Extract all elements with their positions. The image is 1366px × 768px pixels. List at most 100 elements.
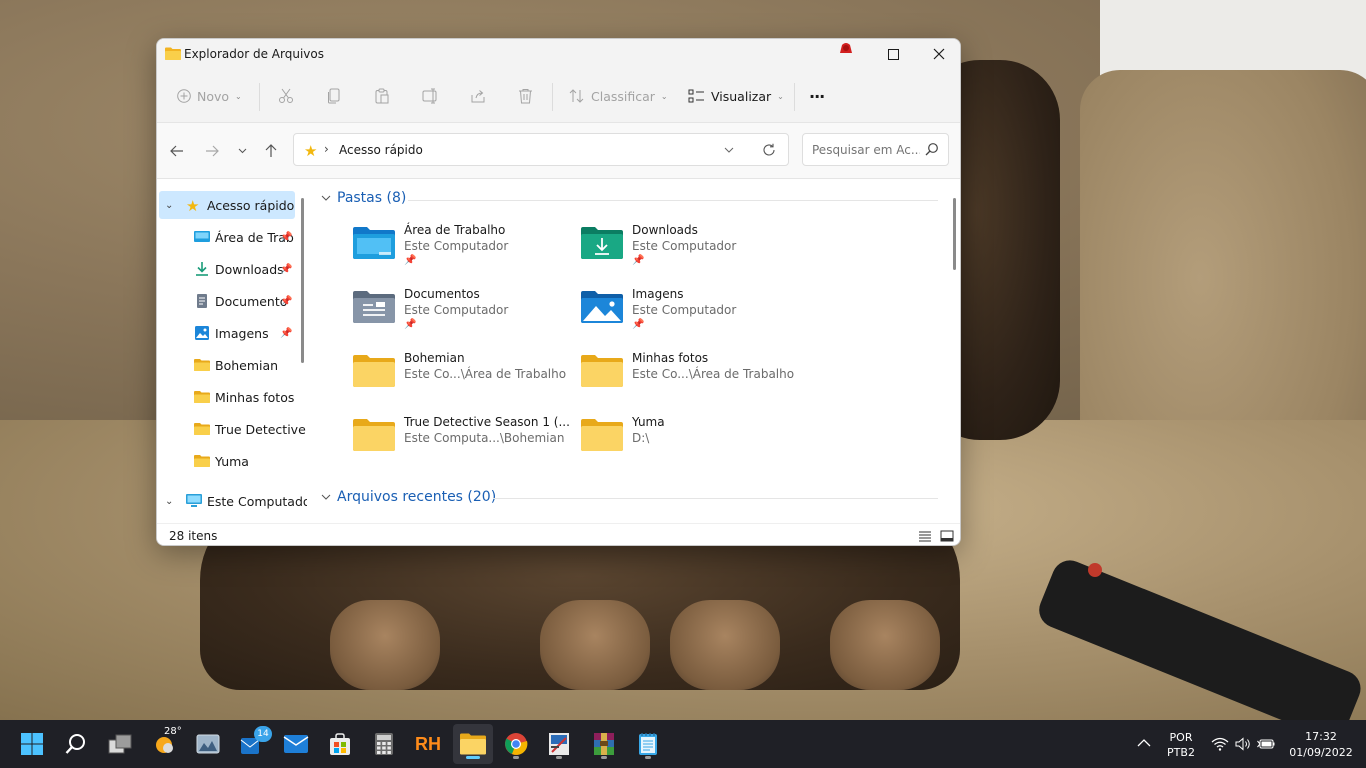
more-options-button[interactable]: ··· xyxy=(809,83,825,109)
sidebar-item-documents[interactable]: Documento 📌 xyxy=(157,287,307,315)
up-button[interactable] xyxy=(259,141,283,161)
folder-tile-downloads[interactable]: Downloads Este Computador 📌 xyxy=(581,220,801,276)
taskbar-app-notepad[interactable] xyxy=(632,728,664,760)
sidebar-scrollbar[interactable] xyxy=(301,198,304,363)
pictures-folder-icon xyxy=(581,291,623,323)
address-bar[interactable]: ★ › Acesso rápido xyxy=(293,133,789,166)
taskbar-app-calculator[interactable] xyxy=(368,728,400,760)
chevron-down-icon[interactable]: ⌄ xyxy=(165,496,173,507)
input-language-indicator[interactable]: POR PTB2 xyxy=(1160,728,1202,760)
breadcrumb-current[interactable]: Acesso rápido xyxy=(339,143,423,157)
large-icons-view-icon[interactable] xyxy=(940,529,954,543)
wallpaper-wall xyxy=(1100,0,1366,80)
notification-icon[interactable] xyxy=(838,41,854,55)
title-bar[interactable]: Explorador de Arquivos xyxy=(157,39,960,69)
taskbar-app-mail-calendar[interactable]: 14 xyxy=(236,726,272,760)
sidebar-item-label: Bohemian xyxy=(215,357,279,373)
sort-button-label: Classificar xyxy=(591,88,655,104)
share-icon xyxy=(471,90,485,103)
paste-icon xyxy=(375,88,389,104)
chrome-icon xyxy=(505,733,528,755)
back-button[interactable] xyxy=(165,141,189,161)
rename-button[interactable] xyxy=(422,83,439,109)
folder-tile-bohemian[interactable]: Bohemian Este Co...\Área de Trabalho xyxy=(353,348,573,404)
content-scrollbar[interactable] xyxy=(953,198,956,270)
volume-icon xyxy=(1235,737,1250,751)
taskbar-app-rh[interactable]: RH xyxy=(412,728,444,760)
sidebar-item-downloads[interactable]: Downloads 📌 xyxy=(157,255,307,283)
copy-button[interactable] xyxy=(326,83,342,109)
paste-button[interactable] xyxy=(374,83,390,109)
folder-name: True Detective Season 1 (... xyxy=(404,415,570,429)
taskbar-app-chrome[interactable] xyxy=(500,728,532,760)
wallpaper-dog-paw xyxy=(670,600,780,690)
notification-badge: 14 xyxy=(254,726,272,742)
sidebar-item-true-detective[interactable]: True Detective S xyxy=(157,415,307,443)
search-input[interactable] xyxy=(812,143,920,157)
envelope-icon xyxy=(283,735,309,753)
folder-tile-yuma[interactable]: Yuma D:\ xyxy=(581,412,801,468)
close-button[interactable] xyxy=(916,39,960,69)
sidebar-item-minhas-fotos[interactable]: Minhas fotos xyxy=(157,383,307,411)
taskbar-app-file-explorer[interactable] xyxy=(457,728,489,760)
maximize-button[interactable] xyxy=(870,39,916,69)
folder-tile-documents[interactable]: Documentos Este Computador 📌 xyxy=(353,284,573,340)
taskbar-app-photos[interactable] xyxy=(192,728,224,760)
share-button[interactable] xyxy=(470,83,486,109)
sort-button[interactable]: Classificar ⌄ xyxy=(569,83,668,109)
cut-button[interactable] xyxy=(278,83,294,109)
taskbar-app-store[interactable] xyxy=(324,728,356,760)
task-view-button[interactable] xyxy=(104,728,136,760)
folder-icon xyxy=(194,423,210,435)
clock-button[interactable]: 17:32 01/09/2022 xyxy=(1284,728,1358,760)
recent-files-group-header[interactable]: Arquivos recentes (20) xyxy=(321,489,496,505)
folders-group-header[interactable]: Pastas (8) xyxy=(321,190,406,206)
star-icon: ★ xyxy=(186,197,200,215)
sidebar-item-bohemian[interactable]: Bohemian xyxy=(157,351,307,379)
recent-locations-button[interactable] xyxy=(230,141,254,161)
new-button-label: Novo xyxy=(197,88,230,104)
store-bag-icon xyxy=(330,733,350,755)
taskbar-app-mail[interactable] xyxy=(280,728,312,760)
folder-icon xyxy=(353,419,395,451)
search-button[interactable] xyxy=(60,728,92,760)
navigation-bar: ★ › Acesso rápido xyxy=(157,123,960,179)
folder-tile-true-detective[interactable]: True Detective Season 1 (... Este Comput… xyxy=(353,412,573,468)
folder-tile-pictures[interactable]: Imagens Este Computador 📌 xyxy=(581,284,801,340)
sidebar-item-label: Este Computado xyxy=(207,493,307,509)
search-box[interactable] xyxy=(802,133,949,166)
winrar-icon xyxy=(594,733,614,755)
taskbar-app-winrar[interactable] xyxy=(588,728,620,760)
sidebar-item-this-pc[interactable]: ⌄ Este Computado xyxy=(157,487,307,515)
chevron-down-icon xyxy=(321,195,331,201)
delete-button[interactable] xyxy=(518,83,533,109)
calculator-icon xyxy=(375,733,393,755)
view-button[interactable]: Visualizar ⌄ xyxy=(688,83,784,109)
search-icon[interactable] xyxy=(925,142,939,156)
taskbar-app-snipping[interactable] xyxy=(543,728,575,760)
folder-tile-desktop[interactable]: Área de Trabalho Este Computador 📌 xyxy=(353,220,573,276)
address-history-chevron-icon[interactable] xyxy=(724,147,734,154)
new-button[interactable]: Novo ⌄ xyxy=(177,83,242,109)
sidebar-item-yuma[interactable]: Yuma xyxy=(157,447,307,475)
pin-icon: 📌 xyxy=(280,263,293,275)
sidebar-item-desktop[interactable]: Área de Trab 📌 xyxy=(157,223,307,251)
sidebar-item-label: Imagens xyxy=(215,325,269,341)
sidebar-item-pictures[interactable]: Imagens 📌 xyxy=(157,319,307,347)
sidebar-item-quick-access[interactable]: ⌄ ★ Acesso rápido xyxy=(159,191,295,219)
folder-tile-minhas-fotos[interactable]: Minhas fotos Este Co...\Área de Trabalho xyxy=(581,348,801,404)
forward-button[interactable] xyxy=(200,141,224,161)
folder-location: Este Computador xyxy=(404,303,509,317)
quick-settings-button[interactable] xyxy=(1208,728,1278,760)
chevron-down-icon[interactable]: ⌄ xyxy=(165,200,173,211)
refresh-icon[interactable] xyxy=(762,143,776,157)
show-hidden-icons-button[interactable] xyxy=(1137,736,1157,752)
start-button[interactable] xyxy=(16,728,48,760)
arrow-right-icon xyxy=(206,145,219,157)
folder-icon xyxy=(581,419,623,451)
active-indicator xyxy=(466,756,480,759)
folder-icon xyxy=(194,359,210,371)
widgets-button[interactable]: 28° xyxy=(148,726,182,760)
details-view-icon[interactable] xyxy=(918,529,932,543)
sidebar-item-label: Downloads xyxy=(215,261,284,277)
